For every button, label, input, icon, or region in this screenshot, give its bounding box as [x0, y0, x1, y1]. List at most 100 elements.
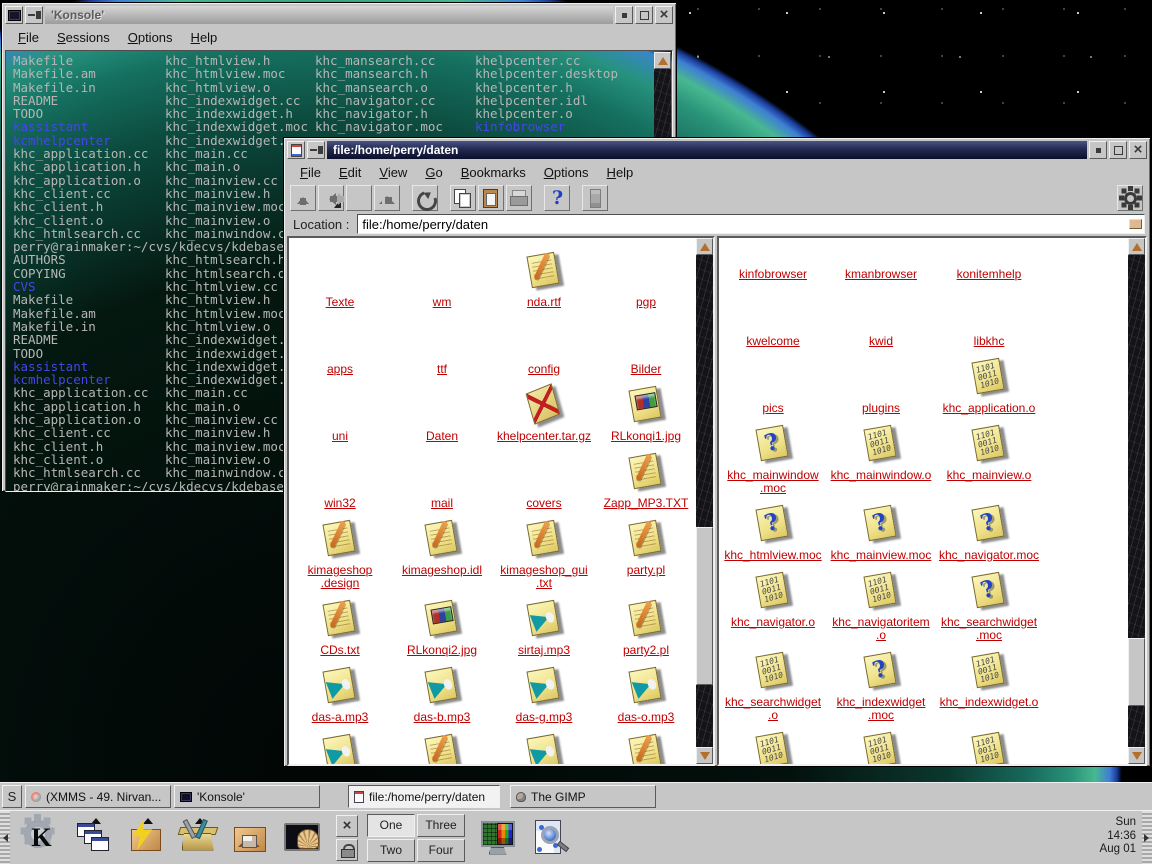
scroll-down-button[interactable] — [1128, 747, 1145, 764]
file-icon-partial[interactable] — [827, 728, 935, 766]
task-xmms[interactable]: (XMMS - 49. Nirvan... — [25, 785, 171, 808]
disknav-launcher[interactable] — [122, 814, 169, 862]
file-kwid[interactable]: kwid — [827, 287, 935, 348]
file-das-o.mp3[interactable]: das-o.mp3 — [595, 663, 697, 724]
left-pane-scrollbar[interactable] — [696, 238, 713, 764]
konsole-minimize-button[interactable] — [615, 6, 633, 24]
logout-button[interactable] — [336, 815, 358, 837]
task-gimp[interactable]: The GIMP — [510, 785, 656, 808]
file-label[interactable]: kinfobrowser — [739, 268, 807, 281]
file-label[interactable]: party.pl — [627, 564, 665, 577]
location-clear-button[interactable] — [1129, 219, 1142, 229]
menu-bookmarks[interactable]: Bookmarks — [452, 163, 535, 182]
file-label[interactable]: khc_navigator.o — [731, 616, 815, 629]
file-label[interactable]: khc_indexwidget .moc — [837, 696, 926, 722]
file-config[interactable]: config — [493, 315, 595, 376]
file-icon-partial[interactable] — [719, 728, 827, 766]
file-ttf[interactable]: ttf — [391, 315, 493, 376]
panel-hide-left-button[interactable] — [0, 811, 10, 864]
file-label[interactable]: pics — [762, 402, 783, 415]
control-center-launcher[interactable] — [474, 814, 521, 862]
file-label[interactable]: khc_mainview.moc — [831, 549, 932, 562]
file-khc_navigatoritem.o[interactable]: khc_navigatoritem .o — [827, 568, 935, 642]
kmenu-launcher[interactable]: K — [18, 814, 65, 862]
taskbar-start-button[interactable]: S — [2, 785, 22, 808]
file-label[interactable]: kwid — [869, 335, 893, 348]
file-label[interactable]: plugins — [862, 402, 900, 415]
fm-sticky-pin-button[interactable] — [307, 141, 325, 159]
file-RLkonqi1.jpg[interactable]: RLkonqi1.jpg — [595, 382, 697, 443]
file-label[interactable]: apps — [327, 363, 353, 376]
file-pics[interactable]: pics — [719, 354, 827, 415]
file-Bilder[interactable]: Bilder — [595, 315, 697, 376]
file-mail[interactable]: mail — [391, 449, 493, 510]
file-pgp[interactable]: pgp — [595, 248, 697, 309]
file-label[interactable]: khc_navigator.moc — [939, 549, 1039, 562]
file-wm[interactable]: wm — [391, 248, 493, 309]
file-khc_navigator.moc[interactable]: khc_navigator.moc — [935, 501, 1043, 562]
fm-titlebar[interactable]: file:/home/perry/daten — [287, 141, 1147, 159]
file-label[interactable]: Bilder — [631, 363, 662, 376]
menu-help[interactable]: Help — [598, 163, 643, 182]
file-label[interactable]: kmanbrowser — [845, 268, 917, 281]
konsole-window-menu-button[interactable] — [5, 6, 23, 24]
file-label[interactable]: khc_navigatoritem .o — [832, 616, 929, 642]
file-das-g.mp3[interactable]: das-g.mp3 — [493, 663, 595, 724]
location-input[interactable] — [357, 214, 1145, 234]
file-label[interactable]: das-a.mp3 — [312, 711, 369, 724]
pager-desktop-four[interactable]: Four — [417, 839, 465, 862]
file-label[interactable]: khelpcenter.tar.gz — [497, 430, 591, 443]
pager-desktop-one[interactable]: One — [367, 814, 415, 837]
menu-go[interactable]: Go — [416, 163, 451, 182]
konsole-sticky-pin-button[interactable] — [25, 6, 43, 24]
find-files-launcher[interactable] — [526, 814, 573, 862]
konsole-maximize-button[interactable] — [635, 6, 653, 24]
menu-edit[interactable]: Edit — [330, 163, 370, 182]
file-konitemhelp[interactable]: konitemhelp — [935, 236, 1043, 281]
file-khc_application.o[interactable]: khc_application.o — [935, 354, 1043, 415]
file-uni[interactable]: uni — [289, 382, 391, 443]
task-kfm[interactable]: file:/home/perry/daten — [348, 785, 500, 808]
file-plugins[interactable]: plugins — [827, 354, 935, 415]
file-icon-partial[interactable] — [289, 730, 391, 766]
file-label[interactable]: ttf — [437, 363, 447, 376]
reload-button[interactable] — [412, 185, 438, 211]
file-label[interactable]: khc_mainwindow.o — [831, 469, 932, 482]
file-das-a.mp3[interactable]: das-a.mp3 — [289, 663, 391, 724]
menu-sessions[interactable]: Sessions — [48, 28, 119, 47]
fm-maximize-button[interactable] — [1109, 141, 1127, 159]
home-button[interactable] — [374, 185, 400, 211]
file-RLkonqi2.jpg[interactable]: RLkonqi2.jpg — [391, 596, 493, 657]
file-Texte[interactable]: Texte — [289, 248, 391, 309]
menu-options[interactable]: Options — [535, 163, 598, 182]
scrollbar-thumb[interactable] — [1128, 638, 1145, 706]
file-label[interactable]: khc_indexwidget.o — [940, 696, 1039, 709]
fm-close-button[interactable] — [1129, 141, 1147, 159]
file-label[interactable]: wm — [433, 296, 452, 309]
file-label[interactable]: sirtaj.mp3 — [518, 644, 570, 657]
scrollbar-thumb[interactable] — [696, 527, 713, 685]
file-label[interactable]: khc_searchwidget .moc — [941, 616, 1037, 642]
file-label[interactable]: mail — [431, 497, 453, 510]
scroll-up-button[interactable] — [696, 238, 713, 255]
file-libkhc[interactable]: libkhc — [935, 287, 1043, 348]
file-khc_mainwindow.o[interactable]: khc_mainwindow.o — [827, 421, 935, 495]
file-label[interactable]: khc_searchwidget .o — [725, 696, 821, 722]
file-kmanbrowser[interactable]: kmanbrowser — [827, 236, 935, 281]
file-label[interactable]: Daten — [426, 430, 458, 443]
up-button[interactable] — [290, 185, 316, 211]
menu-file[interactable]: File — [291, 163, 330, 182]
file-covers[interactable]: covers — [493, 449, 595, 510]
fm-right-pane[interactable]: kinfobrowserkmanbrowserkonitemhelpkwelco… — [717, 236, 1147, 766]
file-party.pl[interactable]: party.pl — [595, 516, 697, 590]
file-icon-partial[interactable] — [935, 728, 1043, 766]
file-label[interactable]: uni — [332, 430, 348, 443]
file-khelpcenter.tar.gz[interactable]: khelpcenter.tar.gz — [493, 382, 595, 443]
paste-button[interactable] — [478, 185, 504, 211]
file-label[interactable]: das-o.mp3 — [618, 711, 675, 724]
file-das-b.mp3[interactable]: das-b.mp3 — [391, 663, 493, 724]
file-khc_mainview.o[interactable]: khc_mainview.o — [935, 421, 1043, 495]
file-khc_navigator.o[interactable]: khc_navigator.o — [719, 568, 827, 642]
fm-window-menu-button[interactable] — [287, 141, 305, 159]
file-kimageshop.idl[interactable]: kimageshop.idl — [391, 516, 493, 590]
